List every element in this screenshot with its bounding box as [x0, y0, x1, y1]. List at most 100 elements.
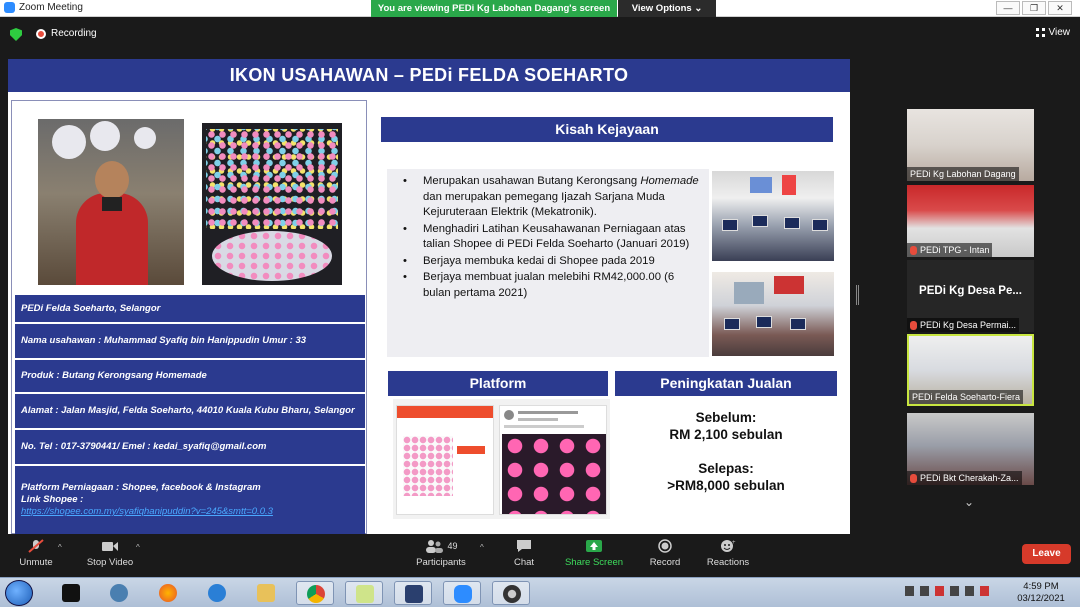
- training-class-photo: [712, 171, 834, 261]
- viewing-banner: You are viewing PEDi Kg Labohan Dagang's…: [371, 0, 617, 17]
- muted-mic-icon: [910, 245, 917, 255]
- shopee-store-screenshot: [396, 405, 494, 515]
- entrepreneur-profile-panel: PEDi Felda Soeharto, Selangor Nama usaha…: [11, 100, 367, 534]
- kisah-kejayaan-heading: Kisah Kejayaan: [381, 117, 833, 142]
- participants-button[interactable]: 49 Participants: [412, 539, 470, 568]
- close-button[interactable]: ✕: [1048, 1, 1072, 15]
- participants-options-caret[interactable]: ^: [480, 543, 484, 552]
- before-label: Sebelum:: [695, 410, 757, 425]
- story-bullet: Berjaya membuat jualan melebihi RM42,000…: [403, 270, 703, 301]
- network-app-icon[interactable]: [100, 581, 138, 605]
- leave-button[interactable]: Leave: [1022, 544, 1071, 564]
- zoom-logo-icon: [4, 2, 15, 13]
- smiley-face-icon: +: [721, 540, 736, 552]
- participant-name: PEDi Kg Labohan Dagang: [907, 167, 1019, 181]
- info-platform: Platform Perniagaan : Shopee, facebook &…: [15, 466, 365, 534]
- svg-text:+: +: [732, 540, 736, 546]
- video-tile[interactable]: PEDi Kg Labohan Dagang: [907, 109, 1034, 181]
- meeting-header: Recording View: [0, 18, 1080, 50]
- participant-name: PEDi Felda Soeharto-Fiera: [909, 390, 1024, 404]
- grid-icon: [1035, 28, 1045, 37]
- unmute-button[interactable]: Unmute: [14, 539, 58, 568]
- sales-increase-body: Sebelum: RM 2,100 sebulan Selepas: >RM8,…: [615, 409, 837, 494]
- info-contact: No. Tel : 017-3790441/ Emel : kedai_syaf…: [15, 430, 365, 464]
- participants-icon: [426, 540, 444, 553]
- video-tile[interactable]: PEDi TPG - Intan: [907, 185, 1034, 257]
- maximize-button[interactable]: ❐: [1022, 1, 1046, 15]
- presentation-app-icon[interactable]: [394, 581, 432, 605]
- info-location: PEDi Felda Soeharto, Selangor: [15, 295, 365, 322]
- stop-video-button[interactable]: Stop Video: [84, 539, 136, 568]
- tray-icon[interactable]: [905, 586, 914, 596]
- system-tray: [905, 586, 989, 596]
- entrepreneur-photo: [38, 119, 184, 285]
- volume-icon[interactable]: [965, 586, 974, 596]
- muted-microphone-icon: [28, 539, 44, 553]
- internet-explorer-icon[interactable]: [198, 581, 236, 605]
- windows-start-icon[interactable]: [5, 580, 33, 606]
- video-options-caret[interactable]: ^: [136, 543, 140, 552]
- video-tile[interactable]: PEDi Bkt Cherakah-Za...: [907, 413, 1034, 485]
- platform-screenshots: [393, 399, 610, 519]
- panel-splitter-handle[interactable]: [856, 285, 859, 305]
- participant-name: PEDi Bkt Cherakah-Za...: [907, 471, 1022, 485]
- recording-label: Recording: [51, 28, 97, 39]
- minimize-button[interactable]: —: [996, 1, 1020, 15]
- shopee-link[interactable]: https://shopee.com.my/syafiqhanipuddin?v…: [21, 506, 359, 518]
- video-tile[interactable]: PEDi Kg Desa Pe... PEDi Kg Desa Permai..…: [907, 260, 1034, 332]
- facebook-post-screenshot: [499, 405, 607, 515]
- participant-name: PEDi Kg Desa Permai...: [907, 318, 1020, 332]
- firefox-icon[interactable]: [149, 581, 187, 605]
- shared-screen-slide: IKON USAHAWAN – PEDi FELDA SOEHARTO PEDi…: [8, 59, 850, 534]
- view-label: View: [1048, 27, 1071, 38]
- platform-heading: Platform: [388, 371, 608, 396]
- info-address: Alamat : Jalan Masjid, Felda Soeharto, 4…: [15, 394, 365, 428]
- audio-options-caret[interactable]: ^: [58, 543, 62, 552]
- record-button[interactable]: Record: [646, 539, 684, 568]
- before-value: RM 2,100 sebulan: [669, 427, 783, 442]
- window-title: Zoom Meeting: [19, 2, 83, 13]
- story-bullet: Merupakan usahawan Butang Kerongsang Hom…: [403, 174, 703, 221]
- notes-app-icon[interactable]: [345, 581, 383, 605]
- zoom-taskbar-icon[interactable]: [443, 581, 481, 605]
- camera-app-icon[interactable]: [492, 581, 530, 605]
- chat-button[interactable]: Chat: [506, 539, 542, 568]
- zoom-window: Zoom Meeting You are viewing PEDi Kg Lab…: [0, 0, 1080, 607]
- participant-placeholder-name: PEDi Kg Desa Pe...: [919, 285, 1022, 297]
- view-layout-button[interactable]: View: [1035, 27, 1071, 38]
- share-screen-button[interactable]: Share Screen: [562, 539, 626, 568]
- windows-taskbar: 4:59 PM 03/12/2021: [0, 577, 1080, 607]
- flag-icon[interactable]: [980, 586, 989, 596]
- chevron-down-icon[interactable]: ⌄: [957, 495, 981, 509]
- record-icon: [658, 539, 672, 553]
- recording-dot-icon: [36, 29, 46, 39]
- title-bar: Zoom Meeting You are viewing PEDi Kg Lab…: [0, 0, 1080, 17]
- view-options-button[interactable]: View Options ⌄: [618, 0, 716, 17]
- share-screen-icon: [586, 540, 602, 552]
- after-label: Selepas:: [698, 461, 754, 476]
- video-camera-icon: [102, 542, 118, 551]
- kisah-kejayaan-box: Merupakan usahawan Butang Kerongsang Hom…: [387, 169, 709, 357]
- brooch-products-photo: [202, 123, 342, 285]
- taskbar-clock[interactable]: 4:59 PM 03/12/2021: [1008, 581, 1074, 605]
- muted-mic-icon: [910, 320, 917, 330]
- tray-icon[interactable]: [935, 586, 944, 596]
- meeting-toolbar: Unmute ^ Stop Video ^ 49 Participants ^ …: [0, 535, 1080, 575]
- success-story-list: Merupakan usahawan Butang Kerongsang Hom…: [403, 174, 703, 302]
- participant-name: PEDi TPG - Intan: [907, 243, 993, 257]
- slide-title: IKON USAHAWAN – PEDi FELDA SOEHARTO: [8, 59, 850, 92]
- file-explorer-icon[interactable]: [247, 581, 285, 605]
- after-value: >RM8,000 sebulan: [667, 478, 785, 493]
- info-name: Nama usahawan : Muhammad Syafiq bin Hani…: [15, 324, 365, 358]
- video-tile-active-speaker[interactable]: PEDi Felda Soeharto-Fiera: [907, 334, 1034, 406]
- story-bullet: Menghadiri Latihan Keusahawanan Perniaga…: [403, 222, 703, 253]
- tray-icon[interactable]: [950, 586, 959, 596]
- chat-bubble-icon: [517, 540, 531, 552]
- reactions-button[interactable]: + Reactions: [704, 539, 752, 568]
- training-session-photo: [712, 272, 834, 356]
- security-shield-icon[interactable]: [10, 28, 22, 41]
- tray-icon[interactable]: [920, 586, 929, 596]
- dashlane-app-icon[interactable]: [52, 581, 90, 605]
- chrome-icon[interactable]: [296, 581, 334, 605]
- story-bullet: Berjaya membuka kedai di Shopee pada 201…: [403, 254, 703, 270]
